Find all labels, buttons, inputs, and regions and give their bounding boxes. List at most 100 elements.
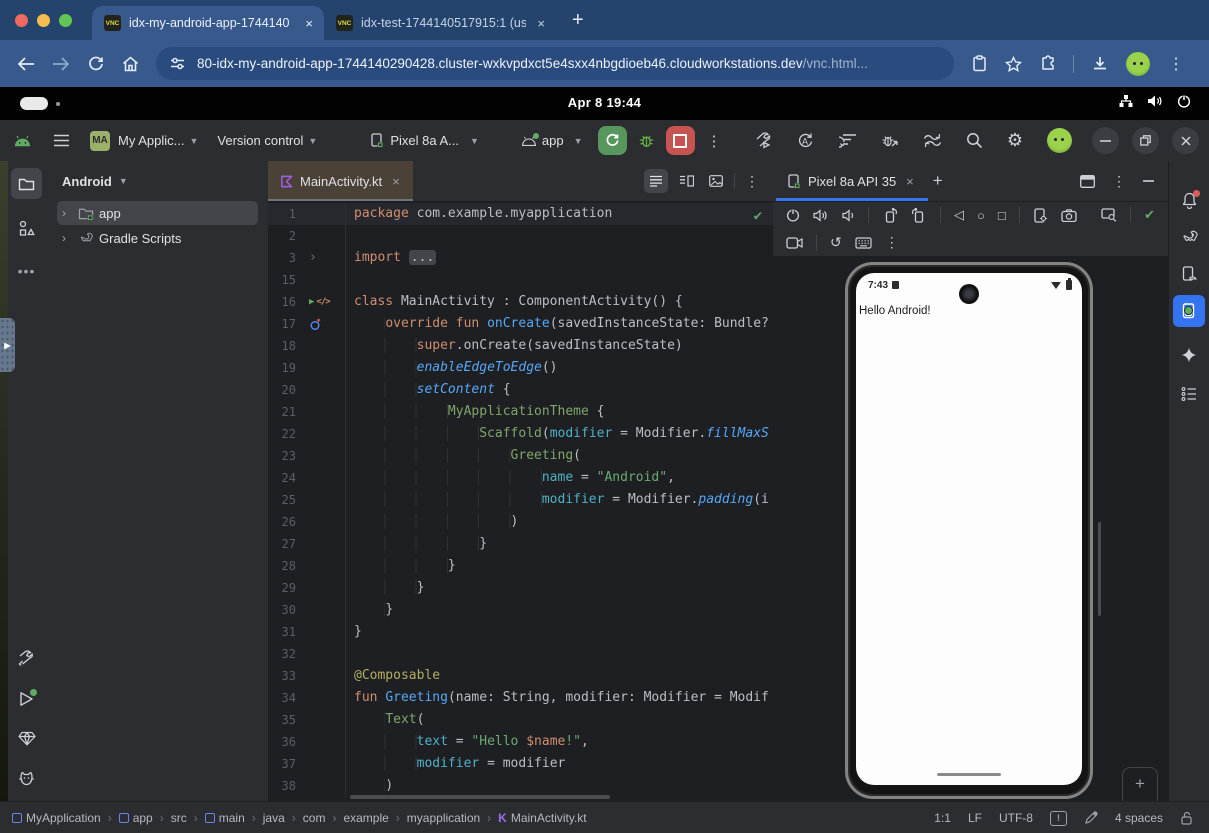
breadcrumb-item[interactable]: app <box>119 811 153 825</box>
hardware-input-icon[interactable] <box>855 237 872 249</box>
project-view-selector[interactable]: Android▼ <box>45 161 268 201</box>
tree-item[interactable]: ›app <box>57 201 258 225</box>
code-line[interactable]: 34fun Greeting(name: String, modifier: M… <box>268 687 773 709</box>
structure-panel-icon[interactable] <box>1173 378 1205 410</box>
breadcrumb-item[interactable]: MyApplication <box>12 811 101 825</box>
gradle-sync-icon[interactable] <box>923 133 942 148</box>
run-configuration-selector[interactable]: app▼ <box>521 133 583 148</box>
power-icon[interactable] <box>1177 94 1191 108</box>
screenshot-camera-icon[interactable] <box>1061 209 1077 222</box>
chevron-right-icon[interactable]: › <box>62 231 72 245</box>
stop-button[interactable] <box>666 126 695 155</box>
build-run-icon[interactable] <box>755 132 773 149</box>
panel-options-icon[interactable]: ⋮ <box>1112 173 1126 190</box>
zoom-in-button[interactable]: + <box>1135 774 1145 794</box>
code-line[interactable]: 30 } <box>268 599 773 621</box>
more-tools-icon[interactable]: ••• <box>11 255 42 286</box>
macos-zoom-button[interactable] <box>59 14 72 27</box>
editor-options-icon[interactable]: ⋮ <box>741 173 763 190</box>
tab-close-icon[interactable]: × <box>389 174 403 189</box>
new-tab-button[interactable]: + <box>572 9 584 32</box>
code-line[interactable]: 2 <box>268 225 773 247</box>
code-line[interactable]: 1package com.example.myapplication <box>268 203 773 225</box>
snapshots-icon[interactable]: ↺ <box>830 234 842 251</box>
code-line[interactable]: 33@Composable <box>268 665 773 687</box>
url-bar[interactable]: 80-idx-my-android-app-1744140290428.clus… <box>156 47 954 80</box>
code-line[interactable]: 16▶</>class MainActivity : ComponentActi… <box>268 291 773 313</box>
encoding-widget[interactable]: UTF-8 <box>999 811 1033 825</box>
panel-scrollbar[interactable] <box>1098 522 1101 616</box>
zoom-mode-icon[interactable] <box>1101 208 1117 222</box>
device-manager-icon[interactable] <box>1173 258 1205 290</box>
home-icon[interactable] <box>113 56 148 72</box>
emulator-tab[interactable]: Pixel 8a API 35 × <box>773 174 917 189</box>
breadcrumb-item[interactable]: com <box>303 811 326 825</box>
notifications-bell-icon[interactable] <box>1173 184 1205 216</box>
window-close-button[interactable] <box>1172 127 1199 154</box>
code-line[interactable]: 22 Scaffold(modifier = Modifier.fillMaxS <box>268 423 773 445</box>
line-ending-widget[interactable]: LF <box>968 811 982 825</box>
breadcrumb-item[interactable]: example <box>343 811 388 825</box>
vcs-selector[interactable]: Version control▼ <box>217 133 317 148</box>
rotate-right-icon[interactable] <box>911 208 927 223</box>
emulator-power-icon[interactable] <box>786 208 800 222</box>
inspections-ok-icon[interactable]: ✔ <box>754 208 762 224</box>
inspections-widget-icon[interactable]: ! <box>1050 811 1067 826</box>
window-minimize-button[interactable] <box>1092 127 1119 154</box>
nav-back-icon[interactable]: ◁ <box>954 207 964 223</box>
attach-debugger-icon[interactable] <box>881 133 899 149</box>
indent-widget[interactable]: 4 spaces <box>1115 811 1163 825</box>
code-line[interactable]: 28 } <box>268 555 773 577</box>
macos-close-button[interactable] <box>15 14 28 27</box>
bookmark-star-icon[interactable] <box>1005 56 1022 72</box>
code-line[interactable]: 38 ) <box>268 775 773 797</box>
caret-position-widget[interactable]: 1:1 <box>934 811 951 825</box>
running-devices-icon[interactable] <box>1173 295 1205 327</box>
nav-home-icon[interactable]: ○ <box>977 208 985 223</box>
downloads-icon[interactable] <box>1092 56 1108 72</box>
code-line[interactable]: 36 text = "Hello $name!", <box>268 731 773 753</box>
build-tool-icon[interactable] <box>11 643 42 674</box>
code-line[interactable]: 37 modifier = modifier <box>268 753 773 775</box>
code-line[interactable]: 31} <box>268 621 773 643</box>
gemini-icon[interactable] <box>1173 339 1205 371</box>
app-quality-insights-icon[interactable] <box>11 723 42 754</box>
code-line[interactable]: 19 enableEdgeToEdge() <box>268 357 773 379</box>
code-line[interactable]: 26 ) <box>268 511 773 533</box>
code-line[interactable]: 32 <box>268 643 773 665</box>
profiler-icon[interactable] <box>839 133 857 148</box>
code-line[interactable]: 24 name = "Android", <box>268 467 773 489</box>
design-view-icon[interactable] <box>704 169 728 193</box>
tree-item[interactable]: ›Gradle Scripts <box>57 226 258 250</box>
code-line[interactable]: 29 } <box>268 577 773 599</box>
run-more-icon[interactable]: ⋮ <box>707 132 722 150</box>
code-line[interactable]: 18 super.onCreate(savedInstanceState) <box>268 335 773 357</box>
run-tool-icon[interactable] <box>11 683 42 714</box>
editor-tab-mainactivity[interactable]: MainActivity.kt × <box>268 161 413 201</box>
code-line[interactable]: 35 Text( <box>268 709 773 731</box>
code-line[interactable]: 15 <box>268 269 773 291</box>
code-line[interactable]: 27 } <box>268 533 773 555</box>
search-everywhere-icon[interactable] <box>966 132 983 149</box>
breadcrumb-item[interactable]: myapplication <box>407 811 480 825</box>
emulator-more-icon[interactable]: ⋮ <box>885 234 899 251</box>
tab-close-icon[interactable]: × <box>302 16 316 31</box>
apply-changes-icon[interactable]: A <box>797 132 815 149</box>
gradle-tool-icon[interactable] <box>1173 221 1205 253</box>
extensions-icon[interactable] <box>1040 55 1057 72</box>
gesture-navigation-bar[interactable] <box>937 773 1001 776</box>
gutter-icon[interactable] <box>302 313 346 335</box>
volume-down-icon[interactable] <box>842 209 855 222</box>
code-line[interactable]: 20 setContent { <box>268 379 773 401</box>
browser-tab[interactable]: VNCidx-my-android-app-1744140× <box>92 6 324 40</box>
code-editor[interactable]: 1package com.example.myapplication23›imp… <box>268 203 773 801</box>
code-view-icon[interactable] <box>644 169 668 193</box>
code-line[interactable]: 21 MyApplicationTheme { <box>268 401 773 423</box>
lock-widget-icon[interactable] <box>1180 811 1193 825</box>
panel-minimize-icon[interactable] <box>1143 180 1154 182</box>
settings-gear-icon[interactable]: ⚙ <box>1007 130 1023 151</box>
device-selector[interactable]: Pixel 8a A...▼ <box>370 133 479 148</box>
breadcrumb-item[interactable]: src <box>171 811 187 825</box>
browser-menu-icon[interactable]: ⋮ <box>1168 54 1184 74</box>
breadcrumb-item[interactable]: main <box>205 811 245 825</box>
